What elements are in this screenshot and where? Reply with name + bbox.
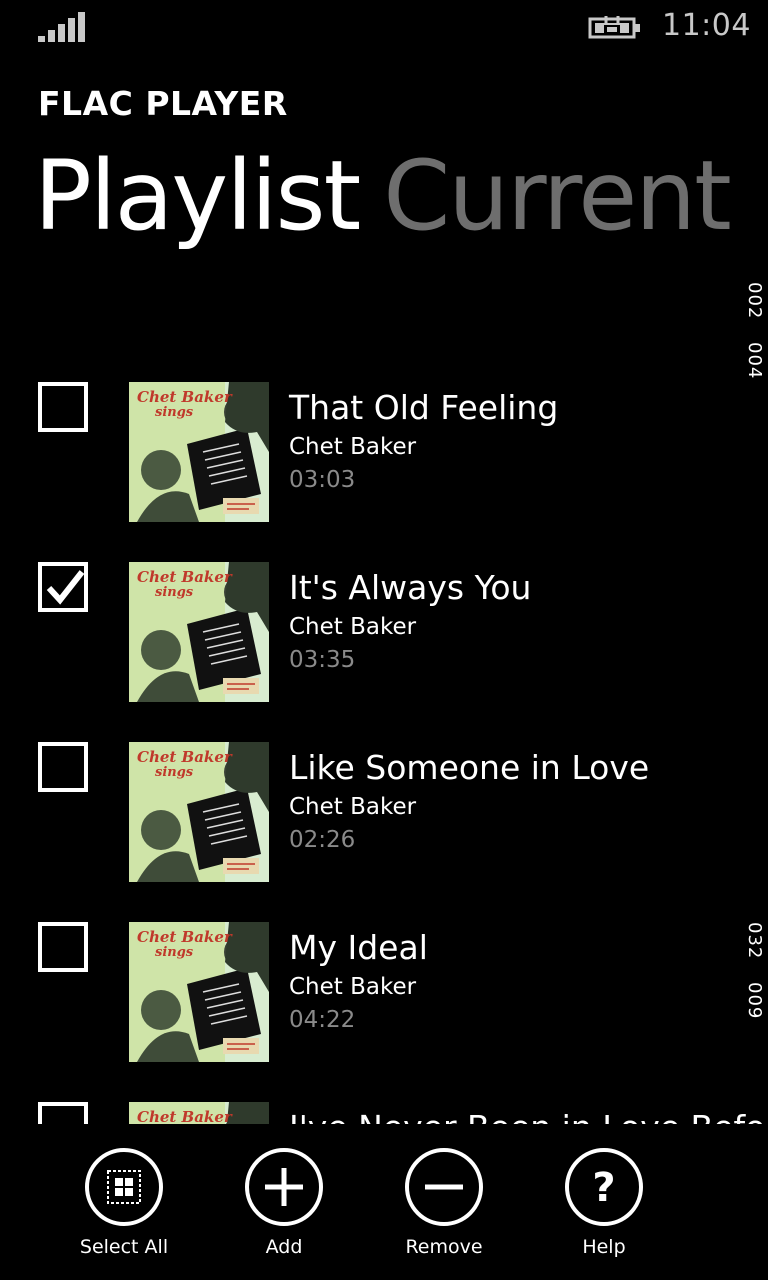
svg-text:Chet Baker: Chet Baker xyxy=(137,1108,233,1124)
status-bar: 11:04 xyxy=(0,0,768,56)
checkmark-icon xyxy=(46,570,85,605)
add-icon xyxy=(245,1148,323,1226)
album-art: Chet Baker sings xyxy=(129,382,269,522)
album-art: Chet Baker sings xyxy=(129,742,269,882)
svg-text:sings: sings xyxy=(155,945,194,960)
track-duration: 03:03 xyxy=(289,467,356,493)
svg-text:Chet Baker: Chet Baker xyxy=(137,748,233,766)
track-checkbox[interactable] xyxy=(38,382,88,432)
track-duration: 03:35 xyxy=(289,647,356,673)
svg-text:sings: sings xyxy=(155,585,194,600)
album-art: Chet Baker sings xyxy=(129,562,269,702)
app-title: FLAC PLAYER xyxy=(38,84,288,123)
track-checkbox[interactable] xyxy=(38,1102,88,1124)
track-checkbox[interactable] xyxy=(38,742,88,792)
svg-text:Chet Baker: Chet Baker xyxy=(137,388,233,406)
playlist-item[interactable]: Chet Baker sings I've Never Been in Love… xyxy=(0,1090,768,1124)
track-artist: Chet Baker xyxy=(289,434,417,460)
album-cover-art: Chet Baker sings xyxy=(129,742,269,882)
signal-strength-icon xyxy=(38,12,85,42)
album-art: Chet Baker sings xyxy=(129,1102,269,1124)
select-all-icon xyxy=(85,1148,163,1226)
track-artist: Chet Baker xyxy=(289,794,417,820)
help-label: Help xyxy=(582,1236,626,1258)
track-title: It's Always You xyxy=(289,568,532,607)
select-all-button[interactable]: Select All xyxy=(64,1148,184,1268)
add-label: Add xyxy=(265,1236,303,1258)
side-label: 002 xyxy=(744,282,765,320)
track-checkbox[interactable] xyxy=(38,562,88,612)
battery-charging-icon xyxy=(588,16,640,39)
playlist-item[interactable]: Chet Baker sings My Ideal Chet Baker 04:22 xyxy=(0,910,768,1062)
pivot-item-playlist[interactable]: Playlist xyxy=(34,140,361,252)
album-cover-art: Chet Baker sings xyxy=(129,1102,269,1124)
track-title: That Old Feeling xyxy=(289,388,559,427)
track-title: I've Never Been in Love Before xyxy=(289,1108,768,1124)
pivot-item-current[interactable]: Current xyxy=(383,140,732,252)
track-checkbox[interactable] xyxy=(38,922,88,972)
remove-button[interactable]: Remove xyxy=(384,1148,504,1268)
pivot-header: Playlist Current xyxy=(34,136,732,256)
help-button[interactable]: ? Help xyxy=(544,1148,664,1268)
remove-icon xyxy=(405,1148,483,1226)
album-cover-art: Chet Baker sings xyxy=(129,562,269,702)
help-icon: ? xyxy=(565,1148,643,1226)
album-art: Chet Baker sings xyxy=(129,922,269,1062)
svg-text:sings: sings xyxy=(155,405,194,420)
track-artist: Chet Baker xyxy=(289,974,417,1000)
remove-label: Remove xyxy=(405,1236,483,1258)
app-bar: Select All Add Remove ? Help xyxy=(0,1124,768,1280)
status-time: 11:04 xyxy=(662,8,751,43)
svg-text:?: ? xyxy=(592,1165,615,1211)
playlist[interactable]: Chet Baker sings That Old Feeling Chet Ba… xyxy=(0,370,768,1124)
track-artist: Chet Baker xyxy=(289,614,417,640)
playlist-item[interactable]: Chet Baker sings That Old Feeling Chet Ba… xyxy=(0,370,768,522)
playlist-item[interactable]: Chet Baker sings Like Someone in Love Che… xyxy=(0,730,768,882)
svg-text:Chet Baker: Chet Baker xyxy=(137,928,233,946)
album-cover-art: Chet Baker sings xyxy=(129,382,269,522)
track-title: Like Someone in Love xyxy=(289,748,650,787)
album-cover-art: Chet Baker sings xyxy=(129,922,269,1062)
add-button[interactable]: Add xyxy=(224,1148,344,1268)
track-title: My Ideal xyxy=(289,928,428,967)
track-duration: 04:22 xyxy=(289,1007,356,1033)
svg-text:Chet Baker: Chet Baker xyxy=(137,568,233,586)
track-duration: 02:26 xyxy=(289,827,356,853)
svg-text:sings: sings xyxy=(155,765,194,780)
playlist-item[interactable]: Chet Baker sings It's Always You Chet Bak… xyxy=(0,550,768,702)
select-all-label: Select All xyxy=(79,1236,169,1258)
